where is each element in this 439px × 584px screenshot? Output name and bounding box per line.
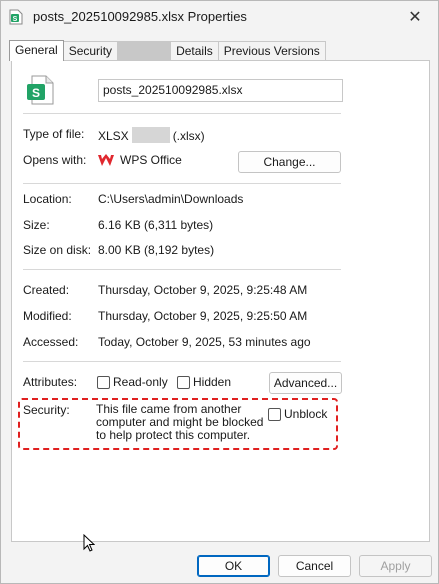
- attributes-label: Attributes:: [23, 375, 78, 389]
- divider: [23, 183, 341, 184]
- svg-text:S: S: [32, 86, 40, 100]
- properties-window: S posts_202510092985.xlsx Properties ✕ G…: [0, 0, 439, 584]
- unblock-label: Unblock: [284, 407, 328, 421]
- tab-security[interactable]: Security: [62, 41, 119, 60]
- advanced-button[interactable]: Advanced...: [269, 372, 342, 394]
- cancel-button-label: Cancel: [295, 559, 334, 573]
- checkbox-box[interactable]: [97, 375, 110, 389]
- tab-general[interactable]: General: [9, 40, 64, 61]
- wps-office-icon: [98, 154, 114, 166]
- modified-value: Thursday, October 9, 2025, 9:25:50 AM: [98, 309, 308, 323]
- size-on-disk-label: Size on disk:: [23, 243, 92, 257]
- type-suffix: (.xlsx): [172, 129, 205, 143]
- change-button-label: Change...: [263, 155, 316, 169]
- checkbox-box[interactable]: [177, 375, 190, 389]
- readonly-checkbox[interactable]: Read-only: [97, 375, 168, 389]
- ok-button-label: OK: [224, 559, 243, 573]
- hidden-label: Hidden: [193, 375, 232, 389]
- opens-with-app: WPS Office: [120, 153, 182, 167]
- close-button[interactable]: ✕: [392, 1, 438, 33]
- security-label: Security:: [23, 403, 70, 417]
- size-label: Size:: [23, 218, 50, 232]
- accessed-label: Accessed:: [23, 335, 79, 349]
- title-bar[interactable]: S posts_202510092985.xlsx Properties ✕: [1, 1, 438, 33]
- tab-redacted[interactable]: [117, 41, 172, 60]
- svg-text:S: S: [13, 16, 18, 23]
- opens-with-label: Opens with:: [23, 153, 87, 167]
- apply-button-label: Apply: [380, 559, 411, 573]
- file-name-input[interactable]: posts_202510092985.xlsx: [98, 79, 343, 102]
- mouse-cursor-icon: [83, 534, 95, 552]
- tab-strip: General Security Details Previous Versio…: [9, 40, 326, 61]
- type-of-file-value: XLSX (.xlsx): [98, 127, 205, 143]
- close-icon: ✕: [408, 9, 422, 26]
- location-value: C:\Users\admin\Downloads: [98, 192, 244, 206]
- size-on-disk-value: 8.00 KB (8,192 bytes): [98, 243, 215, 257]
- type-of-file-label: Type of file:: [23, 127, 85, 141]
- spreadsheet-file-icon: S: [27, 75, 54, 105]
- modified-label: Modified:: [23, 309, 72, 323]
- accessed-value: Today, October 9, 2025, 53 minutes ago: [98, 335, 311, 349]
- type-prefix: XLSX: [98, 129, 129, 143]
- cancel-button[interactable]: Cancel: [278, 555, 351, 577]
- apply-button[interactable]: Apply: [359, 555, 432, 577]
- change-button[interactable]: Change...: [238, 151, 341, 173]
- created-label: Created:: [23, 283, 70, 297]
- divider: [23, 269, 341, 270]
- divider: [23, 113, 341, 114]
- tab-details[interactable]: Details: [170, 41, 219, 60]
- ok-button[interactable]: OK: [197, 555, 270, 577]
- general-panel: S posts_202510092985.xlsx Type of file: …: [11, 60, 430, 542]
- hidden-checkbox[interactable]: Hidden: [177, 375, 231, 389]
- security-warning-text: This file came from another computer and…: [96, 402, 264, 442]
- advanced-button-label: Advanced...: [273, 376, 338, 390]
- tab-previous-versions[interactable]: Previous Versions: [217, 41, 326, 60]
- checkbox-box[interactable]: [268, 407, 281, 421]
- created-value: Thursday, October 9, 2025, 9:25:48 AM: [98, 283, 308, 297]
- divider: [23, 361, 341, 362]
- spreadsheet-file-icon: S: [9, 9, 23, 25]
- size-value: 6.16 KB (6,311 bytes): [98, 218, 214, 232]
- redacted-region: [131, 127, 170, 143]
- readonly-label: Read-only: [113, 375, 168, 389]
- unblock-checkbox[interactable]: Unblock: [268, 407, 327, 421]
- window-title: posts_202510092985.xlsx Properties: [33, 9, 247, 24]
- location-label: Location:: [23, 192, 72, 206]
